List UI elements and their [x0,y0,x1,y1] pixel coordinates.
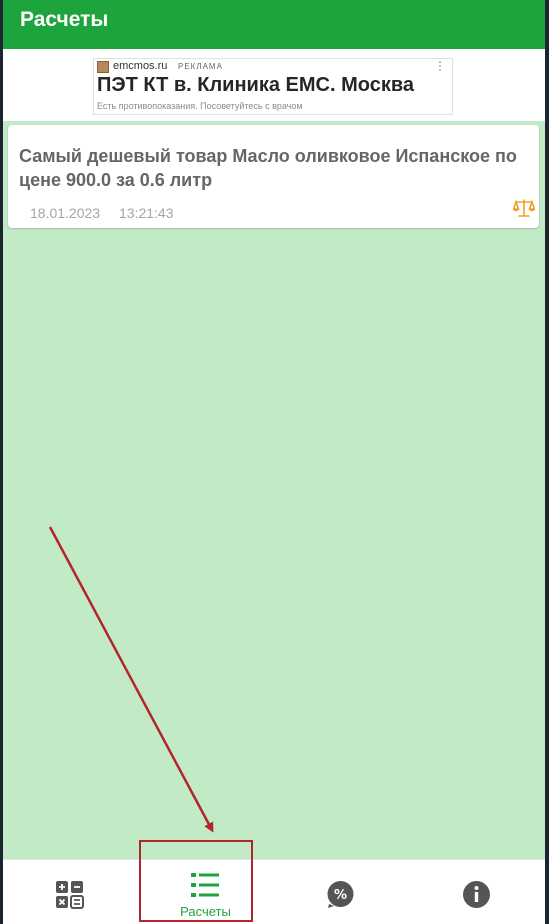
nav-info[interactable] [408,860,543,924]
scales-icon [513,199,535,217]
nav-calculator[interactable] [3,860,138,924]
highlight-box [139,840,253,922]
ad-label: РЕКЛАМА [178,62,223,71]
calculator-icon [56,881,84,909]
bottom-navigation: Расчеты % [3,859,545,924]
app-screen: Расчеты emcmos.ru РЕКЛАМА ⋮ ПЭТ КТ в. Кл… [3,0,545,924]
phone-frame: Расчеты emcmos.ru РЕКЛАМА ⋮ ПЭТ КТ в. Кл… [0,0,549,924]
ad-banner-area: emcmos.ru РЕКЛАМА ⋮ ПЭТ КТ в. Клиника ЕМ… [3,49,545,121]
ad-title[interactable]: ПЭТ КТ в. Клиника ЕМС. Москва [97,74,414,97]
calculation-time: 13:21:43 [119,205,174,221]
calculation-card[interactable]: Самый дешевый товар Масло оливковое Испа… [8,125,539,228]
ad-menu-icon[interactable]: ⋮ [434,59,446,73]
page-title: Расчеты [20,8,109,31]
calculation-date: 18.01.2023 [30,205,101,221]
ad-disclaimer: Есть противопоказания. Посоветуйтесь с в… [97,101,303,111]
ad-banner[interactable]: emcmos.ru РЕКЛАМА ⋮ ПЭТ КТ в. Клиника ЕМ… [93,58,453,115]
percent-icon: % [327,881,354,908]
ad-favicon-icon [97,61,109,73]
app-bar: Расчеты [3,0,545,49]
nav-discounts[interactable]: % [273,860,408,924]
info-icon [463,881,490,908]
calculation-title: Самый дешевый товар Масло оливковое Испа… [19,146,517,190]
ad-domain: emcmos.ru [113,60,168,72]
svg-text:%: % [334,888,347,903]
